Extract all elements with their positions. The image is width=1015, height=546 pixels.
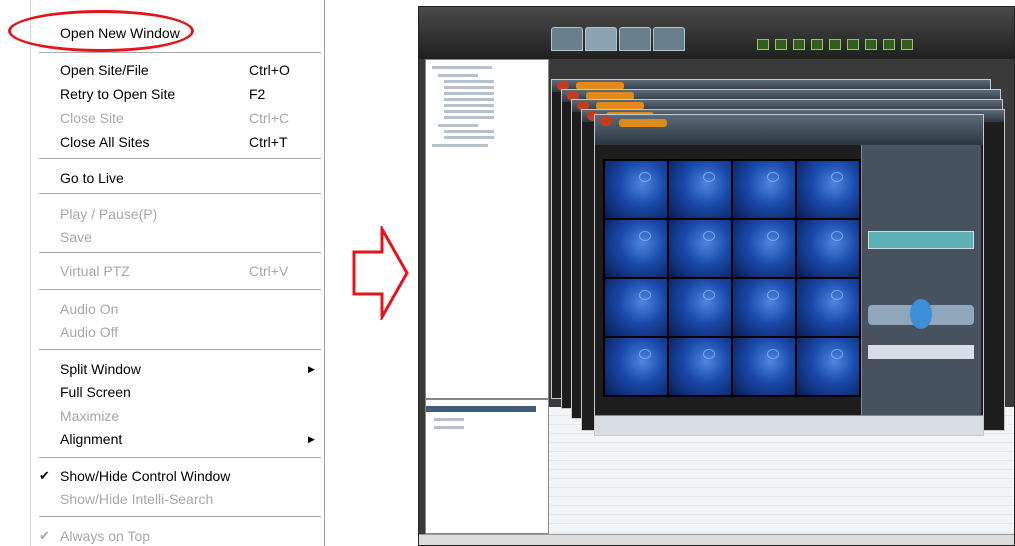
right-arrow-outline-icon [352,226,409,320]
menu-item-show-hide-intelli-search[interactable]: Show/Hide Intelli-Search [31,487,326,511]
video-tile[interactable] [669,279,731,336]
toolbar-tab[interactable] [551,27,583,51]
checkmark-icon: ✔ [39,468,50,483]
menu-item-close-all-sites[interactable]: Close All Sites Ctrl+T [31,130,326,154]
menu-item-open-site-file[interactable]: Open Site/File Ctrl+O [31,58,326,82]
video-tile[interactable] [669,220,731,277]
toolbar-button[interactable] [865,39,877,50]
video-tile[interactable] [605,279,667,336]
video-tile[interactable] [797,161,859,218]
video-tile[interactable] [733,338,795,395]
video-tile[interactable] [797,279,859,336]
video-split-grid [603,159,861,397]
menu-item-save[interactable]: Save [31,225,326,249]
toolbar-button[interactable] [883,39,895,50]
menu-separator [39,289,321,291]
submenu-arrow-icon: ▶ [308,434,315,444]
selected-camera-item[interactable] [868,231,974,249]
toolbar-button[interactable] [757,39,769,50]
toolbar-button[interactable] [811,39,823,50]
menu-item-close-site[interactable]: Close Site Ctrl+C [31,106,326,130]
toolbar-button[interactable] [901,39,913,50]
zoom-control[interactable] [868,345,974,359]
highlight-ellipse [8,10,194,52]
checkmark-icon: ✔ [39,528,50,543]
toolbar-button[interactable] [775,39,787,50]
menu-item-virtual-ptz[interactable]: Virtual PTZ Ctrl+V [31,259,326,283]
video-tile[interactable] [605,161,667,218]
video-tile[interactable] [733,279,795,336]
video-tile[interactable] [733,220,795,277]
control-panel [861,145,981,415]
toolbar-tab[interactable] [653,27,685,51]
ptz-knob[interactable] [910,299,932,329]
menu-item-show-hide-control-window[interactable]: ✔ Show/Hide Control Window [31,464,326,488]
menu-item-alignment[interactable]: Alignment ▶ [31,427,326,451]
menu-separator [39,457,321,459]
menu-item-maximize[interactable]: Maximize [31,404,326,428]
video-tile[interactable] [733,161,795,218]
viewer-status-strip [595,415,983,435]
toolbar-button[interactable] [847,39,859,50]
video-tile[interactable] [669,338,731,395]
menu-separator [39,52,321,54]
video-tile[interactable] [605,338,667,395]
video-tile[interactable] [797,338,859,395]
menu-item-play-pause[interactable]: Play / Pause(P) [31,202,326,226]
menu-item-full-screen[interactable]: Full Screen [31,380,326,404]
toolbar-button[interactable] [793,39,805,50]
toolbar-tab[interactable] [619,27,651,51]
menu-separator [39,252,321,254]
app-screenshot [418,6,1015,546]
active-viewer-window[interactable] [594,114,984,436]
video-tile[interactable] [669,161,731,218]
menu-item-always-on-top[interactable]: ✔ Always on Top [31,524,326,546]
menu-item-audio-off[interactable]: Audio Off [31,320,326,344]
menu-separator [39,158,321,160]
submenu-arrow-icon: ▶ [308,364,315,374]
app-toolbar [419,7,1014,59]
toolbar-tab[interactable] [585,27,617,51]
menu-separator [39,193,321,195]
menu-item-split-window[interactable]: Split Window ▶ [31,357,326,381]
menu-item-go-to-live[interactable]: Go to Live [31,166,326,190]
context-menu: Open New Window Open Site/File Ctrl+O Re… [30,0,325,546]
log-tree-panel [425,399,549,534]
device-tree-panel [425,59,549,399]
menu-separator [39,516,321,518]
menu-item-audio-on[interactable]: Audio On [31,297,326,321]
app-status-bar [419,534,1014,545]
toolbar-button[interactable] [829,39,841,50]
video-tile[interactable] [605,220,667,277]
video-tile[interactable] [797,220,859,277]
menu-separator [39,349,321,351]
menu-item-retry-open-site[interactable]: Retry to Open Site F2 [31,82,326,106]
